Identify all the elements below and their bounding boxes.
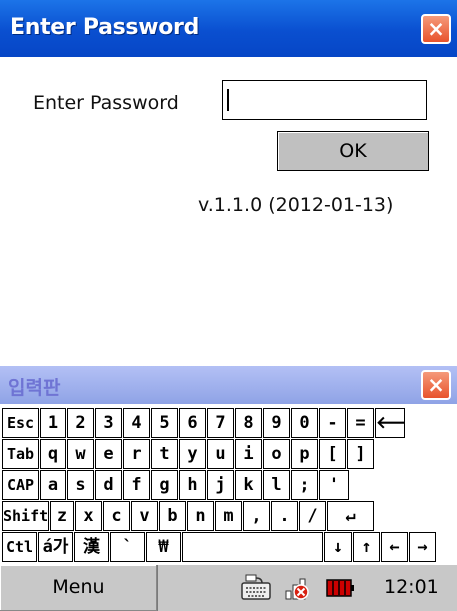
key-caps-lock[interactable]: CAP bbox=[2, 470, 39, 500]
key-i[interactable]: i bbox=[235, 439, 262, 469]
key-1[interactable]: 1 bbox=[40, 408, 66, 438]
password-label: Enter Password bbox=[33, 92, 179, 114]
key-r[interactable]: r bbox=[123, 439, 150, 469]
key-a[interactable]: a bbox=[40, 470, 66, 500]
title-bar: Enter Password × bbox=[0, 0, 457, 57]
key-arrow-right[interactable]: → bbox=[409, 532, 436, 562]
key-arrow-down[interactable]: ↓ bbox=[324, 532, 352, 562]
key-z[interactable]: z bbox=[50, 501, 74, 531]
key-h[interactable]: h bbox=[179, 470, 206, 500]
key-tab[interactable]: Tab bbox=[2, 439, 39, 469]
key-b[interactable]: b bbox=[159, 501, 186, 531]
key-v[interactable]: v bbox=[131, 501, 158, 531]
key-hangul[interactable]: á가 bbox=[38, 532, 73, 562]
key-ctrl[interactable]: Ctl bbox=[2, 532, 37, 562]
input-panel-close-button[interactable]: × bbox=[421, 370, 451, 400]
key-enter[interactable]: ↵ bbox=[327, 501, 374, 531]
key-t[interactable]: t bbox=[151, 439, 178, 469]
key-semicolon[interactable]: ; bbox=[291, 470, 318, 500]
key-3[interactable]: 3 bbox=[95, 408, 122, 438]
key-space[interactable] bbox=[182, 532, 323, 562]
key-n[interactable]: n bbox=[187, 501, 214, 531]
key-u[interactable]: u bbox=[207, 439, 234, 469]
key-l[interactable]: l bbox=[263, 470, 290, 500]
soft-keyboard: Esc1234567890-=🡐 Tabqwertyuiop[] CAPasdf… bbox=[0, 404, 457, 564]
key-w[interactable]: w bbox=[67, 439, 94, 469]
key-e[interactable]: e bbox=[95, 439, 122, 469]
input-panel-title: 입력판 bbox=[8, 377, 61, 399]
key-c[interactable]: c bbox=[103, 501, 130, 531]
menu-button[interactable]: Menu bbox=[0, 565, 158, 611]
key-g[interactable]: g bbox=[151, 470, 178, 500]
window-title: Enter Password bbox=[10, 15, 200, 40]
key-won[interactable]: ₩ bbox=[146, 532, 181, 562]
key-equals[interactable]: = bbox=[347, 408, 374, 438]
key-hanja[interactable]: 漢 bbox=[74, 532, 109, 562]
key-7[interactable]: 7 bbox=[207, 408, 234, 438]
key-arrow-up[interactable]: ↑ bbox=[353, 532, 380, 562]
key-6[interactable]: 6 bbox=[179, 408, 206, 438]
key-k[interactable]: k bbox=[235, 470, 262, 500]
key-5[interactable]: 5 bbox=[151, 408, 178, 438]
key-2[interactable]: 2 bbox=[67, 408, 94, 438]
network-icon[interactable] bbox=[283, 573, 315, 603]
keyboard-icon[interactable] bbox=[240, 573, 272, 603]
key-d[interactable]: d bbox=[95, 470, 122, 500]
key-escape[interactable]: Esc bbox=[2, 408, 39, 438]
version-text: v.1.1.0 (2012-01-13) bbox=[198, 194, 394, 216]
key-left-bracket[interactable]: [ bbox=[319, 439, 346, 469]
key-period[interactable]: . bbox=[271, 501, 298, 531]
text-cursor bbox=[227, 89, 229, 111]
key-quote[interactable]: ' bbox=[319, 470, 349, 500]
key-arrow-left[interactable]: ← bbox=[381, 532, 408, 562]
key-y[interactable]: y bbox=[179, 439, 206, 469]
clock: 12:01 bbox=[384, 576, 439, 598]
key-p[interactable]: p bbox=[291, 439, 318, 469]
key-0[interactable]: 0 bbox=[291, 408, 318, 438]
key-backspace[interactable]: 🡐 bbox=[375, 408, 405, 438]
taskbar: Menu 12:01 bbox=[0, 564, 457, 611]
close-button[interactable]: × bbox=[421, 14, 451, 44]
key-slash[interactable]: / bbox=[299, 501, 326, 531]
key-j[interactable]: j bbox=[207, 470, 234, 500]
battery-icon[interactable] bbox=[325, 573, 357, 603]
input-panel-bar: 입력판 × bbox=[0, 366, 457, 404]
key-m[interactable]: m bbox=[215, 501, 242, 531]
key-4[interactable]: 4 bbox=[123, 408, 150, 438]
password-input[interactable] bbox=[222, 80, 427, 120]
key-q[interactable]: q bbox=[40, 439, 66, 469]
key-s[interactable]: s bbox=[67, 470, 94, 500]
key-8[interactable]: 8 bbox=[235, 408, 262, 438]
key-minus[interactable]: - bbox=[319, 408, 346, 438]
key-backtick[interactable]: ` bbox=[110, 532, 145, 562]
ok-button[interactable]: OK bbox=[277, 131, 429, 171]
key-shift[interactable]: Shift bbox=[2, 501, 49, 531]
key-comma[interactable]: , bbox=[243, 501, 270, 531]
key-right-bracket[interactable]: ] bbox=[347, 439, 374, 469]
key-x[interactable]: x bbox=[75, 501, 102, 531]
key-o[interactable]: o bbox=[263, 439, 290, 469]
key-f[interactable]: f bbox=[123, 470, 150, 500]
key-9[interactable]: 9 bbox=[263, 408, 290, 438]
